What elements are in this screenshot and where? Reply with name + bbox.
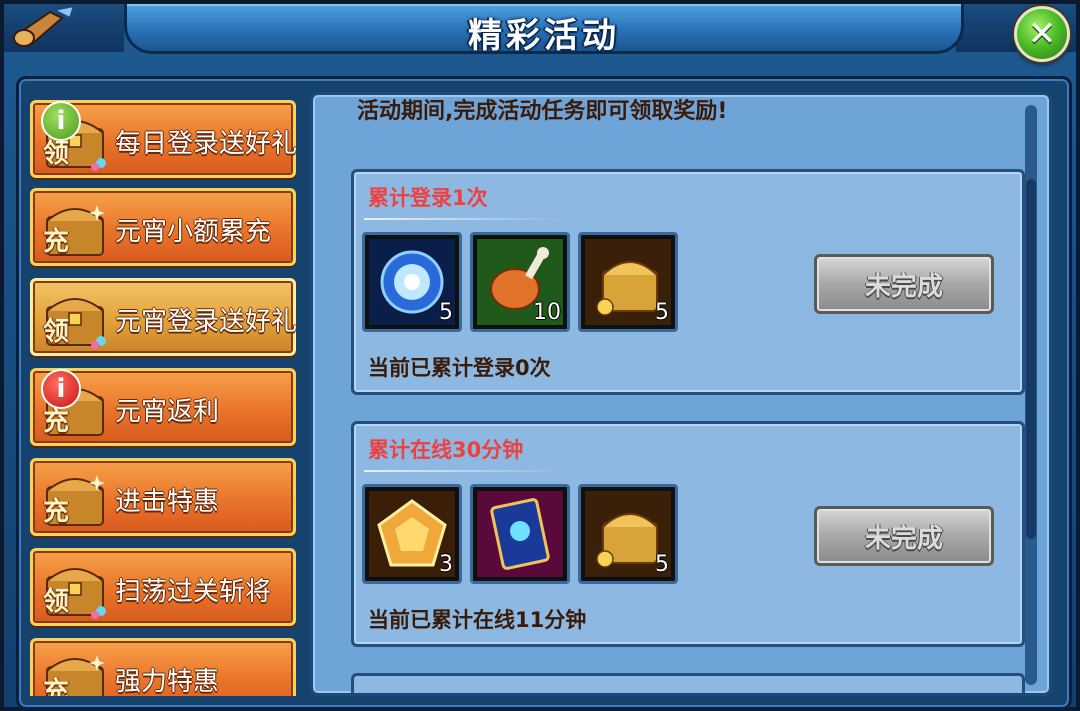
sidebar-item-daily-login[interactable]: 领 i 每日登录送好礼 [30,100,298,178]
chest-label: 领 [43,587,70,617]
scroll-thumb[interactable] [1026,179,1036,539]
reward-slot[interactable]: 5 [578,232,678,332]
chest-label: 领 [43,317,70,347]
task-progress: 当前已累计在线11分钟 [368,608,587,632]
info-badge: i [41,101,81,141]
chest-label: 充 [43,677,70,696]
reward-count: 5 [655,552,669,577]
activity-content: 活动期间,完成活动任务即可领取奖励! 累计登录1次 5 10 5 未完成 当前已… [310,92,1052,696]
task-card: 累计在线30分钟 3 5 未完成 当前已累计在线11分钟 [351,421,1025,647]
task-status-button[interactable]: 未完成 [814,254,994,314]
activity-description: 活动期间,完成活动任务即可领取奖励! [357,99,728,124]
sidebar-item-label: 强力特惠 [115,667,220,696]
sidebar-item-power-deal[interactable]: 充 强力特惠 [30,638,296,696]
sidebar-item-lantern-small-recharge[interactable]: 充 元宵小额累充 [30,188,296,266]
reward-slot[interactable] [470,484,570,584]
task-title: 累计在线30分钟 [368,438,524,462]
title-divider [364,218,564,220]
window-title: 精彩活动 [468,16,620,56]
title-bar: 精彩活动 [124,4,964,56]
sidebar-item-label: 每日登录送好礼 [115,129,298,159]
sidebar-item-label: 元宵登录送好礼 [115,307,298,337]
reward-count: 5 [439,300,453,325]
reward-slot[interactable]: 5 [578,484,678,584]
chest-label: 充 [43,497,70,527]
info-badge: i [41,369,81,409]
sidebar-item-sweep-stages[interactable]: 领 扫荡过关斩将 [30,548,296,626]
activity-sidebar: 领 i 每日登录送好礼 充 元宵小额累充 领 元宵登录送好礼 充 i 元宵返利 … [30,96,298,696]
task-card: 累计登录1次 5 10 5 未完成 当前已累计登录0次 [351,169,1025,395]
sidebar-item-lantern-rebate[interactable]: 充 i 元宵返利 [30,368,296,446]
reward-slot[interactable]: 10 [470,232,570,332]
activity-window: 精彩活动 ✕ 领 i 每日登录送好礼 充 元宵小额累充 领 元宵登录送好礼 充 … [0,0,1080,711]
sidebar-item-lantern-login[interactable]: 领 元宵登录送好礼 [30,278,298,356]
reward-count: 5 [655,300,669,325]
reward-count: 3 [439,552,453,577]
scrollbar[interactable] [1025,105,1037,685]
task-title: 累计登录1次 [368,186,488,210]
sidebar-item-label: 元宵返利 [115,397,220,427]
task-status-button[interactable]: 未完成 [814,506,994,566]
task-progress: 当前已累计登录0次 [368,356,551,380]
chest-label: 充 [43,227,70,257]
reward-slot[interactable]: 3 [362,484,462,584]
horn-icon [13,4,76,47]
reward-slot[interactable]: 5 [362,232,462,332]
close-icon: ✕ [1027,14,1057,54]
close-button[interactable]: ✕ [1014,6,1070,62]
sidebar-item-label: 进击特惠 [115,487,220,517]
sidebar-item-label: 扫荡过关斩将 [115,577,272,607]
magic-card-icon [477,491,563,577]
sidebar-item-attack-deal[interactable]: 充 进击特惠 [30,458,296,536]
task-card [351,673,1025,693]
reward-count: 10 [533,300,561,325]
title-divider [364,470,564,472]
sidebar-item-label: 元宵小额累充 [115,217,272,247]
corner-ornament-left [4,4,124,52]
